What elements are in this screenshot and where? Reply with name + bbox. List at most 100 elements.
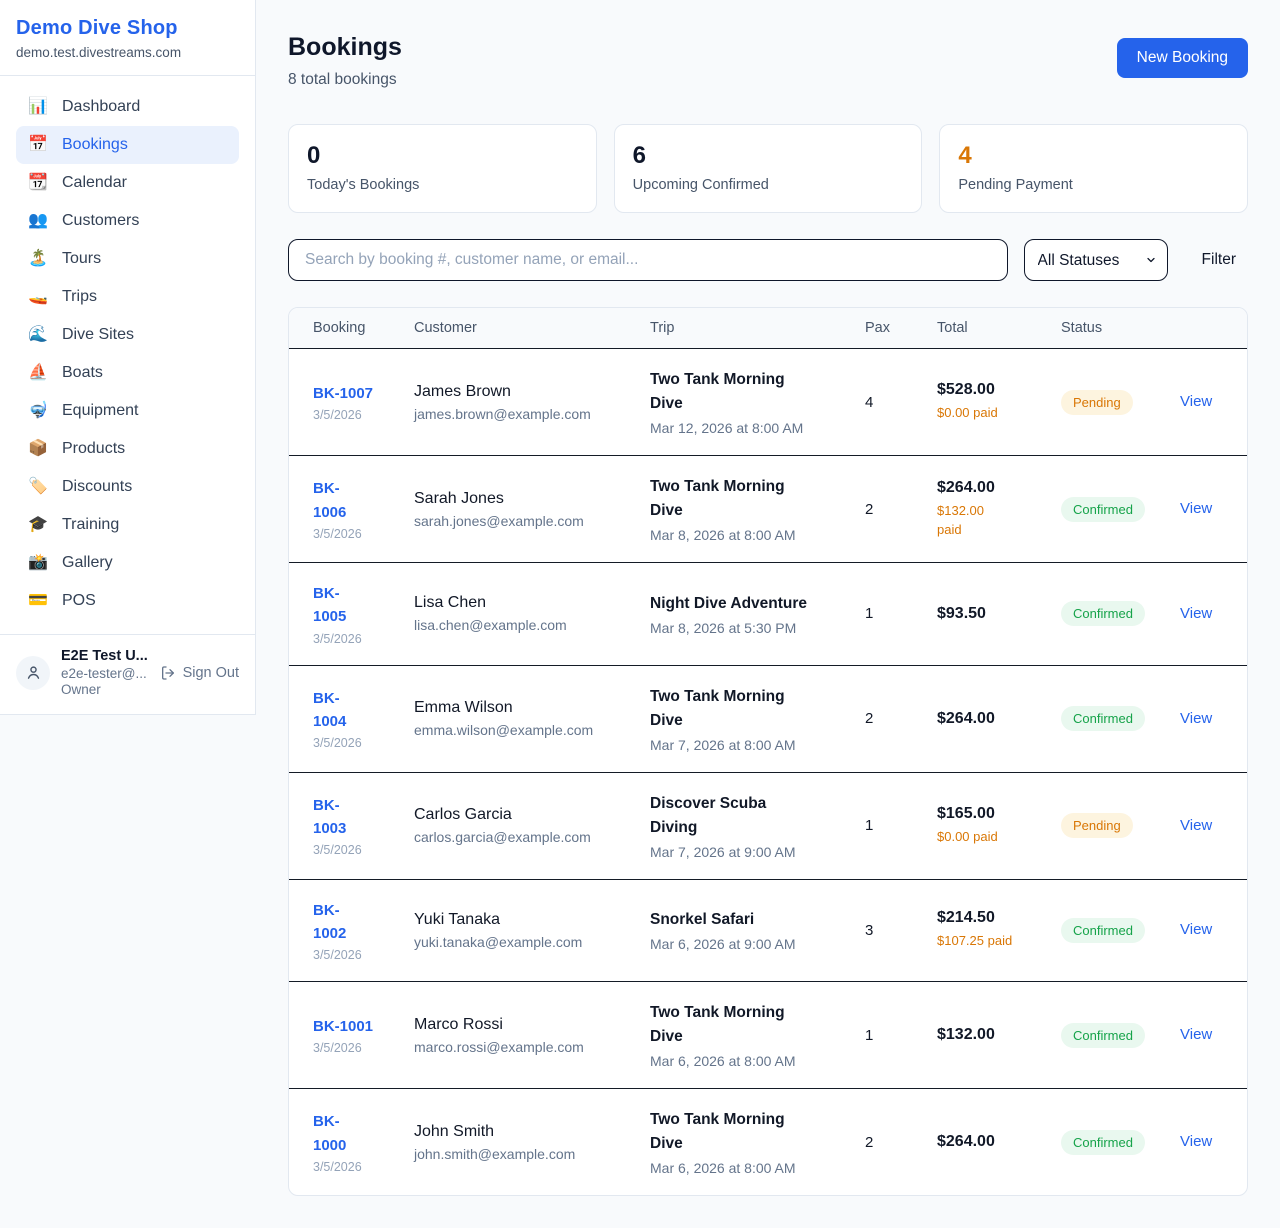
status-badge: Confirmed — [1061, 601, 1145, 626]
booking-id-link[interactable]: BK-1007 — [313, 382, 373, 405]
sidebar-nav-item[interactable]: 💳 POS — [16, 582, 239, 620]
stat-value: 0 — [307, 142, 578, 170]
view-link[interactable]: View — [1180, 1026, 1212, 1043]
sidebar-nav-item[interactable]: 📆 Calendar — [16, 164, 239, 202]
nav-item-icon: 🚤 — [28, 289, 48, 305]
trip-time: Mar 7, 2026 at 9:00 AM — [650, 844, 841, 860]
sidebar-nav-item[interactable]: 🌊 Dive Sites — [16, 316, 239, 354]
trip-name: Night Dive Adventure — [650, 592, 841, 616]
view-link[interactable]: View — [1180, 393, 1212, 410]
booking-id-link[interactable]: BK- 1006 — [313, 477, 346, 524]
booking-id-link[interactable]: BK- 1000 — [313, 1110, 346, 1157]
sidebar-nav-item[interactable]: 🎓 Training — [16, 506, 239, 544]
booking-id-link[interactable]: BK- 1004 — [313, 687, 346, 734]
stat-card: 6 Upcoming Confirmed — [614, 124, 923, 213]
sidebar-nav-item[interactable]: 🤿 Equipment — [16, 392, 239, 430]
view-link[interactable]: View — [1180, 921, 1212, 938]
customer-email: john.smith@example.com — [414, 1146, 626, 1162]
pax-count: 4 — [853, 349, 925, 456]
page-subtitle: 8 total bookings — [288, 71, 402, 89]
booking-date: 3/5/2026 — [313, 527, 390, 541]
nav-item-icon: 🎓 — [28, 517, 48, 533]
page-header: Bookings 8 total bookings New Booking — [288, 33, 1248, 89]
user-info: E2E Test U... e2e-tester@... Owner — [61, 648, 148, 697]
page-title: Bookings — [288, 33, 402, 62]
status-badge: Confirmed — [1061, 706, 1145, 731]
booking-id-link[interactable]: BK- 1005 — [313, 582, 346, 629]
view-link[interactable]: View — [1180, 817, 1212, 834]
total-amount: $264.00 — [937, 479, 1037, 497]
nav-item-icon: 🤿 — [28, 403, 48, 419]
nav-item-label: Boats — [62, 364, 103, 382]
view-link[interactable]: View — [1180, 500, 1212, 517]
paid-amount: $0.00 paid — [937, 404, 1037, 423]
nav-item-icon: 📸 — [28, 555, 48, 571]
col-trip: Trip — [638, 308, 853, 349]
stat-card: 0 Today's Bookings — [288, 124, 597, 213]
brand-name: Demo Dive Shop — [16, 17, 239, 40]
sign-out-button[interactable]: Sign Out — [160, 665, 239, 681]
sidebar-nav-item[interactable]: 🏷️ Discounts — [16, 468, 239, 506]
new-booking-button[interactable]: New Booking — [1117, 38, 1248, 78]
nav-item-icon: 👥 — [28, 213, 48, 229]
booking-date: 3/5/2026 — [313, 736, 390, 750]
sidebar-nav-item[interactable]: 📦 Products — [16, 430, 239, 468]
customer-name: Carlos Garcia — [414, 806, 626, 824]
status-badge: Confirmed — [1061, 918, 1145, 943]
user-section: E2E Test U... e2e-tester@... Owner Sign … — [0, 634, 255, 714]
sidebar: Demo Dive Shop demo.test.divestreams.com… — [0, 0, 256, 715]
user-role: Owner — [61, 682, 148, 697]
nav-item-label: Equipment — [62, 402, 139, 420]
trip-name: Two Tank Morning Dive — [650, 1001, 841, 1049]
booking-id-link[interactable]: BK- 1002 — [313, 899, 346, 946]
customer-email: emma.wilson@example.com — [414, 722, 626, 738]
stat-label: Pending Payment — [958, 177, 1229, 193]
bookings-table: Booking Customer Trip Pax Total Status B… — [289, 308, 1248, 1195]
sidebar-nav-item[interactable]: 📊 Dashboard — [16, 88, 239, 126]
booking-id-link[interactable]: BK-1001 — [313, 1015, 373, 1038]
nav-item-label: Tours — [62, 250, 101, 268]
total-amount: $528.00 — [937, 381, 1037, 399]
stat-value: 4 — [958, 142, 1229, 170]
total-amount: $264.00 — [937, 1133, 1037, 1151]
customer-name: John Smith — [414, 1123, 626, 1141]
booking-date: 3/5/2026 — [313, 1041, 390, 1055]
trip-time: Mar 8, 2026 at 5:30 PM — [650, 620, 841, 636]
customer-name: Lisa Chen — [414, 594, 626, 612]
pax-count: 3 — [853, 879, 925, 982]
status-select[interactable]: All Statuses — [1024, 239, 1168, 281]
booking-date: 3/5/2026 — [313, 948, 390, 962]
sidebar-nav-item[interactable]: 🚤 Trips — [16, 278, 239, 316]
booking-id-link[interactable]: BK- 1003 — [313, 794, 346, 841]
view-link[interactable]: View — [1180, 605, 1212, 622]
sidebar-nav-item[interactable]: ⛵ Boats — [16, 354, 239, 392]
nav-item-label: Calendar — [62, 174, 127, 192]
table-header-row: Booking Customer Trip Pax Total Status — [289, 308, 1248, 349]
sidebar-nav-item[interactable]: 📸 Gallery — [16, 544, 239, 582]
search-input[interactable] — [288, 239, 1008, 281]
pax-count: 2 — [853, 456, 925, 563]
trip-time: Mar 12, 2026 at 8:00 AM — [650, 420, 841, 436]
table-row: BK-1001 3/5/2026 Marco Rossi marco.rossi… — [289, 982, 1248, 1089]
nav-item-icon: 🏝️ — [28, 251, 48, 267]
trip-name: Discover Scuba Diving — [650, 792, 841, 840]
stats-row: 0 Today's Bookings 6 Upcoming Confirmed … — [288, 124, 1248, 213]
sidebar-nav-item[interactable]: 📅 Bookings — [16, 126, 239, 164]
table-row: BK- 1002 3/5/2026 Yuki Tanaka yuki.tanak… — [289, 879, 1248, 982]
sidebar-nav-item[interactable]: 🏝️ Tours — [16, 240, 239, 278]
pax-count: 1 — [853, 982, 925, 1089]
sidebar-nav-item[interactable]: 👥 Customers — [16, 202, 239, 240]
customer-name: Marco Rossi — [414, 1016, 626, 1034]
pax-count: 2 — [853, 1089, 925, 1196]
table-row: BK- 1004 3/5/2026 Emma Wilson emma.wilso… — [289, 665, 1248, 772]
pax-count: 1 — [853, 563, 925, 666]
booking-date: 3/5/2026 — [313, 1160, 390, 1174]
total-amount: $93.50 — [937, 605, 1037, 623]
view-link[interactable]: View — [1180, 1133, 1212, 1150]
brand-domain: demo.test.divestreams.com — [16, 45, 239, 60]
table-row: BK-1007 3/5/2026 James Brown james.brown… — [289, 349, 1248, 456]
customer-email: sarah.jones@example.com — [414, 513, 626, 529]
filter-button[interactable]: Filter — [1202, 251, 1236, 269]
pax-count: 2 — [853, 665, 925, 772]
view-link[interactable]: View — [1180, 710, 1212, 727]
